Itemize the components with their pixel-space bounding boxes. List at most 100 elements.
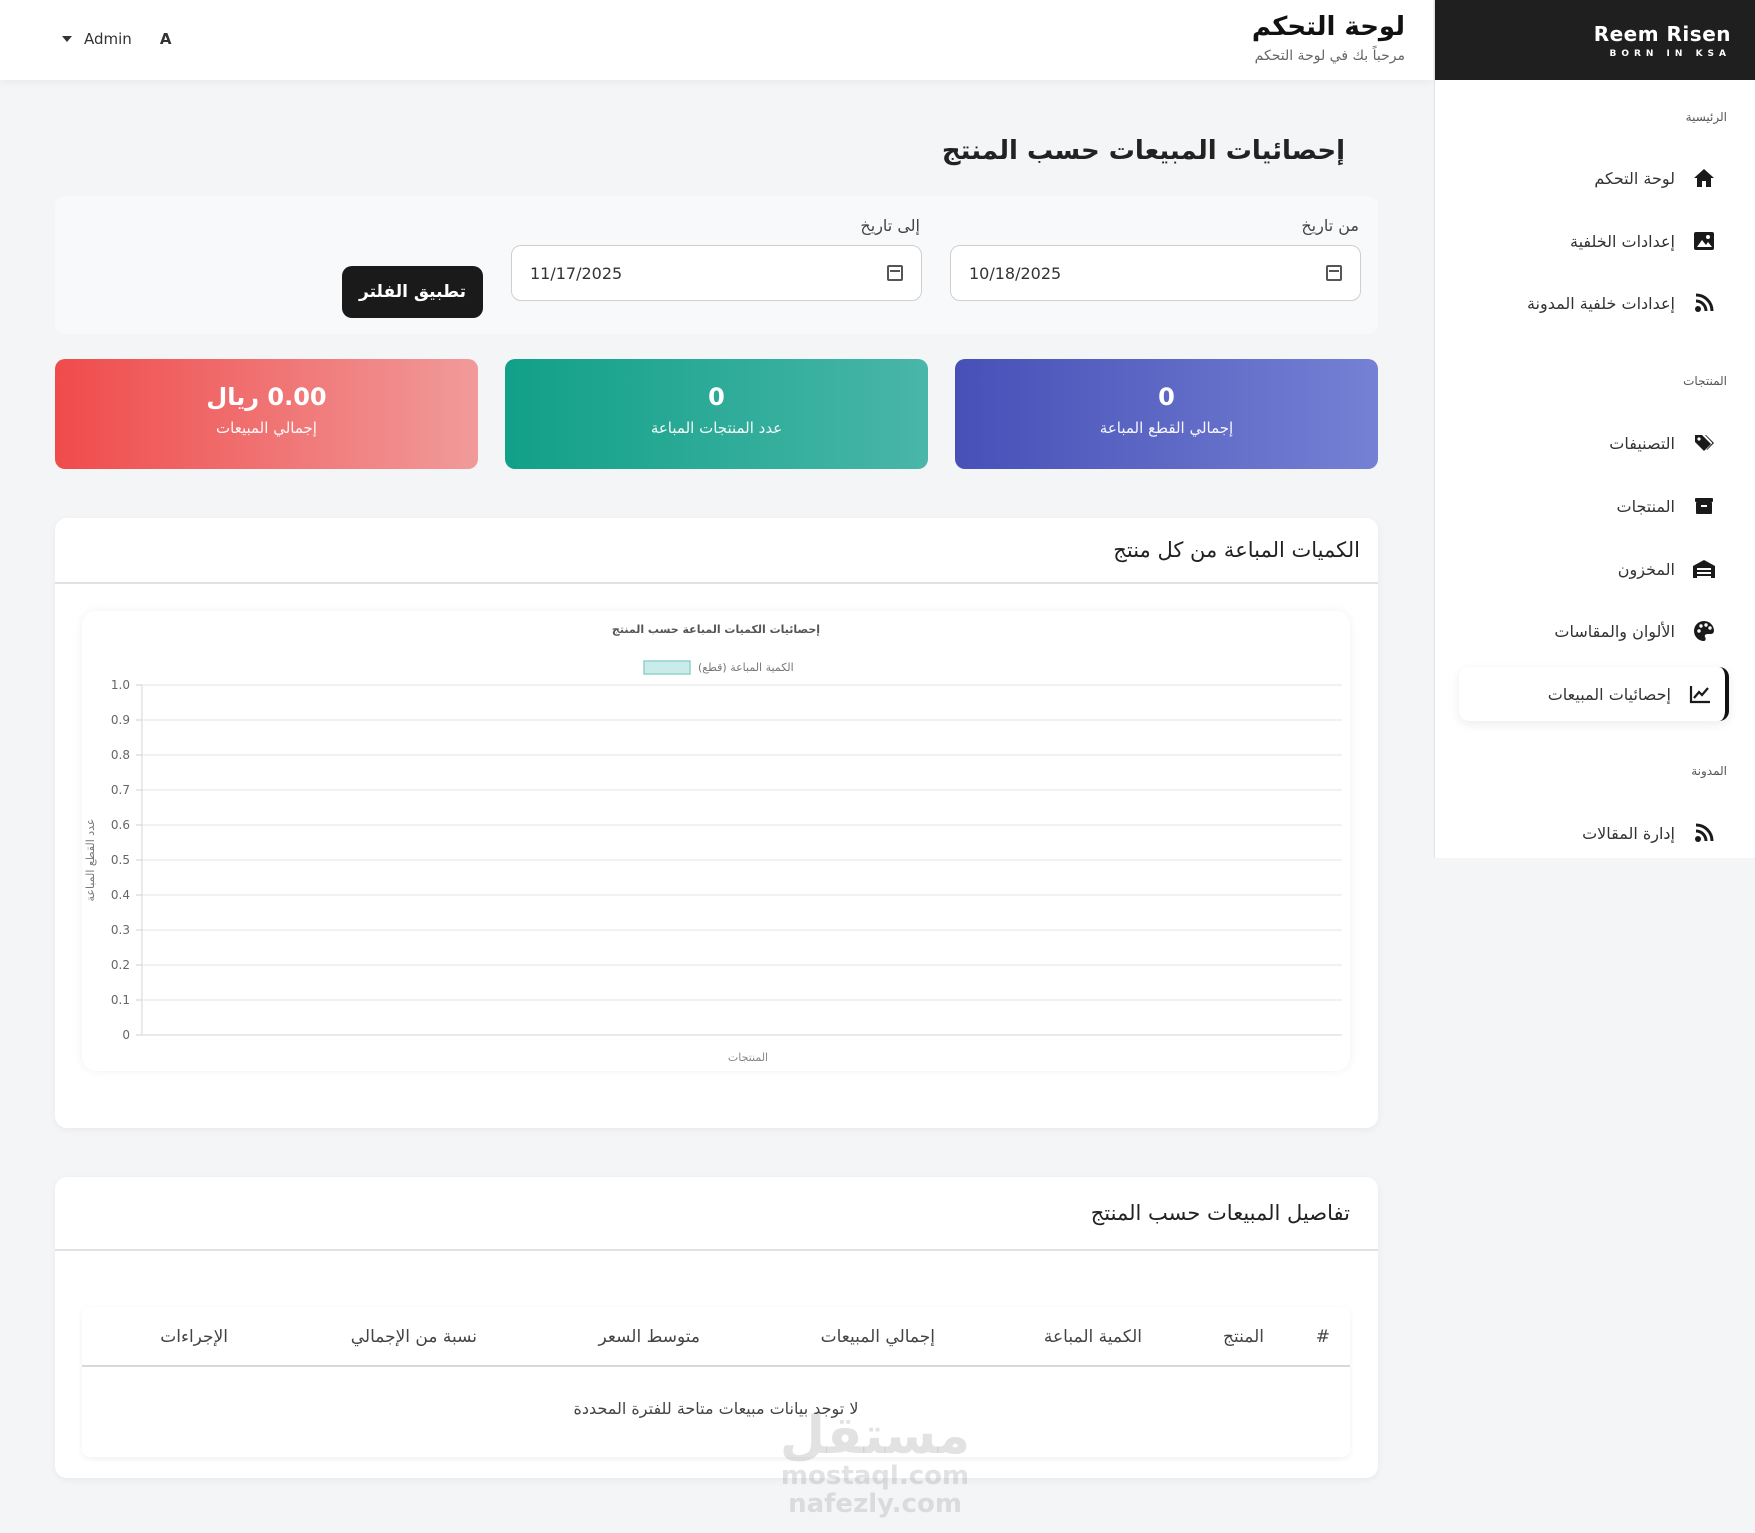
table-card: تفاصيل المبيعات حسب المنتج # المنتج الكم… <box>55 1177 1378 1478</box>
calendar-icon[interactable] <box>1326 265 1342 281</box>
watermark-line1: مستقل <box>779 1406 971 1466</box>
stat-value: 0.00 ريال <box>206 383 327 411</box>
home-icon <box>1691 165 1717 191</box>
image-icon <box>1691 228 1717 254</box>
from-date-label: من تاريخ <box>1301 216 1359 235</box>
page-title: لوحة التحكم <box>1251 12 1405 42</box>
chart-line-icon <box>1687 681 1713 707</box>
stat-card-total-sales: 0.00 ريال إجمالي المبيعات <box>55 359 478 469</box>
y-tick-label: 0.4 <box>111 888 130 902</box>
watermark-line3: nafezly.com <box>788 1489 962 1519</box>
tags-icon <box>1691 430 1717 456</box>
y-tick-label: 0.6 <box>111 818 130 832</box>
brand-logo[interactable]: Reem Risen BORN IN KSA <box>1435 0 1755 80</box>
palette-icon <box>1691 618 1717 644</box>
column-header-quantity[interactable]: الكمية المباعة <box>1044 1327 1142 1347</box>
x-axis-label: المنتجات <box>728 1051 768 1064</box>
chart-title: إحصائيات الكميات المباعة حسب المنتج <box>612 623 820 636</box>
sidebar-item-label: المخزون <box>1617 559 1675 579</box>
sidebar-item-label: إعدادات الخلفية <box>1570 231 1675 251</box>
y-tick-label: 0.7 <box>111 783 130 797</box>
y-tick-label: 0.2 <box>111 958 130 972</box>
sidebar-item-label: إحصائيات المبيعات <box>1547 684 1671 704</box>
to-date-field: إلى تاريخ 11/17/2025 <box>511 216 922 301</box>
column-header-total-sales[interactable]: إجمالي المبيعات <box>821 1327 935 1347</box>
chart-container: إحصائيات الكميات المباعة حسب المنتج الكمي… <box>82 611 1350 1071</box>
y-tick-label: 0.8 <box>111 748 130 762</box>
column-header-average-price[interactable]: متوسط السعر <box>599 1327 700 1347</box>
sidebar-item-background-settings[interactable]: إعدادات الخلفية <box>1459 214 1729 268</box>
sidebar: Reem Risen BORN IN KSA الرئيسية لوحة الت… <box>1434 0 1755 858</box>
sidebar-item-label: التصنيفات <box>1609 433 1675 453</box>
from-date-field: من تاريخ 10/18/2025 <box>950 216 1361 301</box>
avatar[interactable]: A <box>160 30 172 48</box>
stat-label: إجمالي القطع المباعة <box>1099 419 1234 437</box>
column-header-index[interactable]: # <box>1316 1327 1330 1347</box>
stat-value: 0 <box>708 383 725 411</box>
page-subtitle: مرحباً بك في لوحة التحكم <box>1254 48 1405 64</box>
y-tick-label: 0.1 <box>111 993 130 1007</box>
warehouse-icon <box>1691 556 1717 582</box>
y-axis-label: عدد القطع المباعة <box>84 819 97 902</box>
sales-chart: إحصائيات الكميات المباعة حسب المنتج الكمي… <box>84 623 1342 1064</box>
legend-swatch <box>643 660 691 675</box>
stat-card-total-pieces: 0 إجمالي القطع المباعة <box>955 359 1378 469</box>
column-header-actions[interactable]: الإجراءات <box>160 1327 228 1347</box>
sidebar-item-articles[interactable]: إدارة المقالات <box>1459 806 1729 860</box>
to-date-value: 11/17/2025 <box>530 263 623 283</box>
to-date-label: إلى تاريخ <box>860 216 920 235</box>
y-tick-label: 0.5 <box>111 853 130 867</box>
sidebar-item-colors-sizes[interactable]: الألوان والمقاسات <box>1459 604 1729 658</box>
sidebar-item-categories[interactable]: التصنيفات <box>1459 416 1729 470</box>
empty-state-message: لا توجد بيانات مبيعات متاحة للفترة المحد… <box>573 1399 859 1418</box>
sidebar-item-dashboard[interactable]: لوحة التحكم <box>1459 151 1729 205</box>
y-tick-label: 0 <box>122 1028 130 1042</box>
page-header: لوحة التحكم مرحباً بك في لوحة التحكم <box>1252 12 1405 64</box>
from-date-value: 10/18/2025 <box>969 263 1062 283</box>
stat-label: عدد المنتجات المباعة <box>650 419 783 437</box>
y-tick-label: 0.9 <box>111 713 130 727</box>
y-tick-label: 0.3 <box>111 923 130 937</box>
watermark-line2: mostaql.com <box>780 1461 970 1491</box>
sidebar-item-products[interactable]: المنتجات <box>1459 479 1729 533</box>
sidebar-item-sales-statistics[interactable]: إحصائيات المبيعات <box>1459 667 1729 721</box>
table-header: # المنتج الكمية المباعة إجمالي المبيعات … <box>82 1307 1350 1367</box>
sidebar-item-label: إدارة المقالات <box>1582 823 1675 843</box>
section-title: إحصائيات المبيعات حسب المنتج <box>941 136 1345 166</box>
topbar: لوحة التحكم مرحباً بك في لوحة التحكم Adm… <box>0 0 1433 80</box>
from-date-input[interactable]: 10/18/2025 <box>950 245 1361 301</box>
sidebar-item-inventory[interactable]: المخزون <box>1459 542 1729 596</box>
stat-card-products-sold: 0 عدد المنتجات المباعة <box>505 359 928 469</box>
sidebar-item-blog-background-settings[interactable]: إعدادات خلفية المدونة <box>1459 276 1729 330</box>
to-date-input[interactable]: 11/17/2025 <box>511 245 922 301</box>
sidebar-item-label: إعدادات خلفية المدونة <box>1526 293 1675 313</box>
sidebar-item-label: المنتجات <box>1616 496 1676 516</box>
brand-name: Reem Risen <box>1593 21 1731 46</box>
sidebar-item-label: الألوان والمقاسات <box>1554 621 1675 641</box>
nav-section-main: الرئيسية <box>1685 110 1727 124</box>
nav-section-products: المنتجات <box>1683 374 1727 388</box>
stat-label: إجمالي المبيعات <box>216 419 317 437</box>
caret-down-icon <box>62 36 72 42</box>
sidebar-item-label: لوحة التحكم <box>1594 168 1675 188</box>
blog-icon <box>1691 820 1717 846</box>
box-icon <box>1691 493 1717 519</box>
nav-section-blog: المدونة <box>1691 764 1727 778</box>
apply-filter-button[interactable]: تطبيق الفلتر <box>342 266 483 318</box>
blog-icon <box>1691 290 1717 316</box>
table-card-title: تفاصيل المبيعات حسب المنتج <box>55 1177 1378 1251</box>
brand-tagline: BORN IN KSA <box>1609 48 1731 59</box>
y-tick-label: 1.0 <box>111 678 130 692</box>
filter-card: من تاريخ 10/18/2025 إلى تاريخ 11/17/2025… <box>55 196 1378 334</box>
calendar-icon[interactable] <box>887 265 903 281</box>
column-header-percentage[interactable]: نسبة من الإجمالي <box>351 1327 477 1347</box>
chart-card-title: الكميات المباعة من كل منتج <box>55 518 1378 584</box>
sales-table: # المنتج الكمية المباعة إجمالي المبيعات … <box>82 1307 1350 1457</box>
legend-label: الكمية المباعة (قطع) <box>698 661 794 674</box>
watermark: مستقل mostaql.com nafezly.com <box>770 1410 980 1518</box>
column-header-product[interactable]: المنتج <box>1223 1327 1264 1347</box>
user-name: Admin <box>84 30 132 48</box>
chart-card: الكميات المباعة من كل منتج إحصائيات الكم… <box>55 518 1378 1128</box>
stat-value: 0 <box>1158 383 1175 411</box>
user-menu[interactable]: Admin A <box>62 30 171 48</box>
